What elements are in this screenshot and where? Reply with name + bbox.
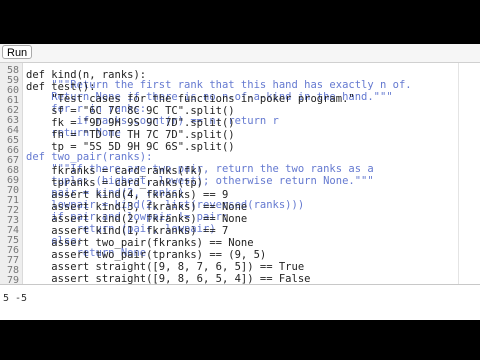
run-button[interactable]: Run [2,45,33,59]
toolbar: Run [0,44,480,63]
code-line: fh = "TD TC TH 7C 7D".split() [26,129,235,141]
print-margin-line [458,63,459,284]
code-line: assert kind(1, fkranks) == 7 [26,225,229,237]
output-console: 5 -5 [0,285,480,320]
code-line: assert two_pair(fkranks) == None [26,237,254,249]
code-line: assert kind(4, fkranks) == 9 [26,189,229,201]
code-line: fk = "9D 9H 9S 9C 7D".split() [26,117,235,129]
code-line: assert kind(2, fkranks) == None [26,213,248,225]
code-line: def kind(n, ranks): [26,69,147,81]
code-line: assert two_pair(tpranks) == (9, 5) [26,249,267,261]
line-number: 79 [6,275,19,285]
code-editor[interactable]: 58 59 60 61 62 63 64 65 66 67 68 69 70 7… [0,63,480,285]
code-line: def test(): [26,81,96,93]
code-line: tp = "5S 5D 9H 9C 6S".split() [26,141,235,153]
console-output: 5 -5 [3,293,28,304]
code-line: tpranks = card_ranks(tp) [26,177,204,189]
code-line: assert straight([9, 8, 7, 6, 5]) == True [26,261,305,273]
code-line: sf = "6C 7C 8C 9C TC".split() [26,105,235,117]
video-bottom-letterbox [0,320,480,360]
video-top-letterbox [0,0,480,44]
code-line: assert kind(3, fkranks) == None [26,201,248,213]
code-line: fkranks = card_ranks(fk) [26,165,204,177]
code-line: "Test cases for the functions in poker p… [26,93,355,105]
code-line: assert straight([9, 8, 6, 5, 4]) == Fals… [26,273,311,285]
